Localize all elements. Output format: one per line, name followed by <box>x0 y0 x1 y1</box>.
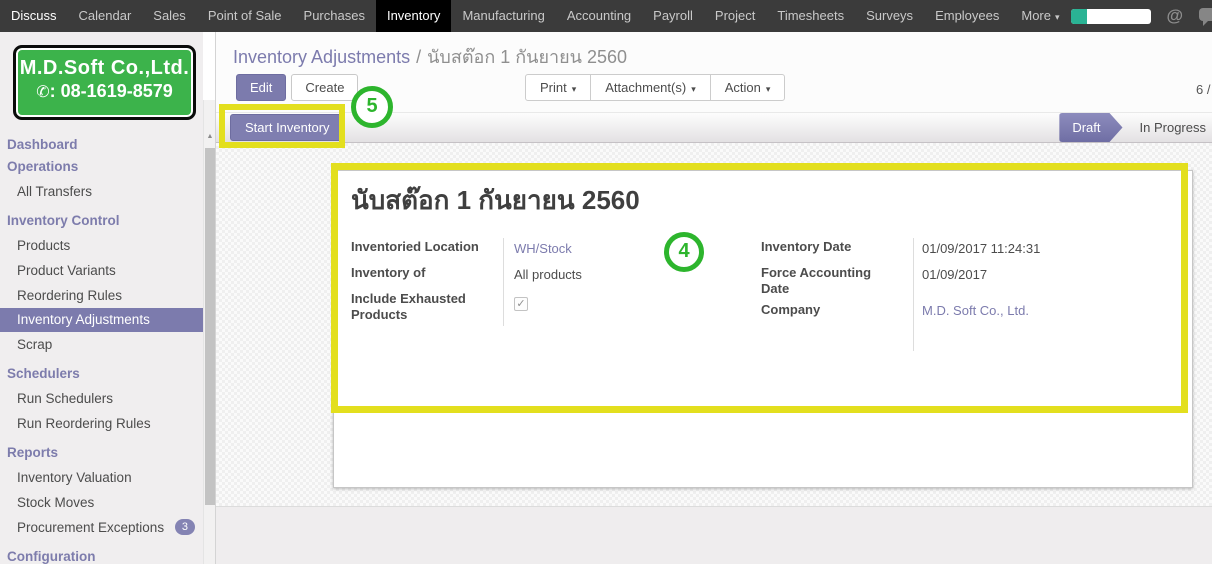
breadcrumb-parent-link[interactable]: Inventory Adjustments <box>233 47 410 67</box>
attachments-dropdown[interactable]: Attachment(s)▾ <box>590 74 710 101</box>
sidebar-item-label: Procurement Exceptions <box>17 520 164 535</box>
sidebar-section-schedulers: Schedulers <box>0 361 203 386</box>
sidebar-item-stock-moves[interactable]: Stock Moves <box>0 490 203 515</box>
print-dropdown[interactable]: Print▾ <box>525 74 591 101</box>
action-dropdown[interactable]: Action▾ <box>710 74 786 101</box>
nav-sales[interactable]: Sales <box>142 0 197 32</box>
annotation-step-5: 5 <box>351 86 393 128</box>
sidebar-section-reports: Reports <box>0 440 203 465</box>
nav-manufacturing[interactable]: Manufacturing <box>451 0 555 32</box>
chat-icon[interactable] <box>1199 8 1212 21</box>
annotation-step-4: 4 <box>664 232 704 272</box>
nav-surveys[interactable]: Surveys <box>855 0 924 32</box>
phone-icon: ✆ <box>36 84 49 101</box>
navbar-right-cluster: @ <box>1071 0 1212 32</box>
action-dropdowns: Print▾ Attachment(s)▾ Action▾ <box>525 74 785 101</box>
highlight-box-start-inventory <box>219 104 345 148</box>
sidebar-item-products[interactable]: Products <box>0 233 203 258</box>
sidebar-item-dashboard[interactable]: Dashboard <box>0 135 203 154</box>
sidebar-item-reordering-rules[interactable]: Reordering Rules <box>0 283 203 308</box>
sidebar-item-product-variants[interactable]: Product Variants <box>0 258 203 283</box>
nav-calendar[interactable]: Calendar <box>68 0 143 32</box>
sidebar-item-procurement-exceptions[interactable]: 3 Procurement Exceptions <box>0 515 203 540</box>
status-states: Draft In Progress <box>1059 113 1212 142</box>
breadcrumb: Inventory Adjustments/นับสต๊อก 1 กันยายน… <box>233 42 627 71</box>
sidebar-item-run-reordering-rules[interactable]: Run Reordering Rules <box>0 411 203 436</box>
edit-button[interactable]: Edit <box>236 74 286 101</box>
sidebar-item-inventory-valuation[interactable]: Inventory Valuation <box>0 465 203 490</box>
nav-payroll[interactable]: Payroll <box>642 0 704 32</box>
sidebar-item-run-schedulers[interactable]: Run Schedulers <box>0 386 203 411</box>
nav-accounting[interactable]: Accounting <box>556 0 642 32</box>
sidebar-section-inventory-control: Inventory Control <box>0 208 203 233</box>
sidebar-item-all-transfers[interactable]: All Transfers <box>0 179 203 204</box>
nav-timesheets[interactable]: Timesheets <box>766 0 855 32</box>
company-logo: M.D.Soft Co.,Ltd. ✆: 08-1619-8579 <box>13 45 196 120</box>
sidebar-item-scrap[interactable]: Scrap <box>0 332 203 357</box>
nav-discuss[interactable]: Discuss <box>0 0 68 32</box>
state-draft[interactable]: Draft <box>1059 113 1122 142</box>
highlight-box-sheet <box>331 163 1188 413</box>
sidebar-item-inventory-adjustments[interactable]: Inventory Adjustments <box>0 308 203 332</box>
sidebar-section-configuration: Configuration <box>0 544 203 564</box>
record-buttons: Edit Create <box>236 74 358 101</box>
breadcrumb-current: นับสต๊อก 1 กันยายน 2560 <box>427 47 627 67</box>
mentions-icon[interactable]: @ <box>1167 6 1184 26</box>
breadcrumb-separator: / <box>410 47 427 67</box>
nav-inventory[interactable]: Inventory <box>376 0 451 32</box>
create-button[interactable]: Create <box>291 74 358 101</box>
sidebar-section-operations: Operations <box>0 154 203 179</box>
nav-more-label: More <box>1021 8 1051 23</box>
chevron-down-icon: ▾ <box>691 84 696 94</box>
timer-widget[interactable] <box>1071 9 1151 24</box>
nav-more[interactable]: More ▾ <box>1010 0 1070 32</box>
top-navbar: Discuss Calendar Sales Point of Sale Pur… <box>0 0 1212 32</box>
company-logo-name: M.D.Soft Co.,Ltd. <box>16 57 193 80</box>
nav-purchases[interactable]: Purchases <box>293 0 376 32</box>
procurement-exceptions-badge: 3 <box>175 519 195 535</box>
nav-employees[interactable]: Employees <box>924 0 1010 32</box>
nav-point-of-sale[interactable]: Point of Sale <box>197 0 293 32</box>
app-window: Discuss Calendar Sales Point of Sale Pur… <box>0 0 1212 564</box>
chevron-down-icon: ▾ <box>1055 12 1060 22</box>
timer-progress <box>1071 9 1087 24</box>
footer-strip <box>216 506 1212 564</box>
nav-project[interactable]: Project <box>704 0 766 32</box>
sidebar-scrollbar: ▲ <box>203 100 215 564</box>
sidebar-menu: Dashboard Operations All Transfers Inven… <box>0 135 203 564</box>
chevron-down-icon: ▾ <box>572 84 577 94</box>
sidebar: M.D.Soft Co.,Ltd. ✆: 08-1619-8579 Dashbo… <box>0 32 203 564</box>
scrollbar-thumb[interactable] <box>205 148 215 505</box>
state-in-progress[interactable]: In Progress <box>1123 120 1212 135</box>
chevron-down-icon: ▾ <box>766 84 771 94</box>
company-logo-phone: ✆: 08-1619-8579 <box>16 81 193 102</box>
pager[interactable]: 6 / <box>1196 82 1210 97</box>
